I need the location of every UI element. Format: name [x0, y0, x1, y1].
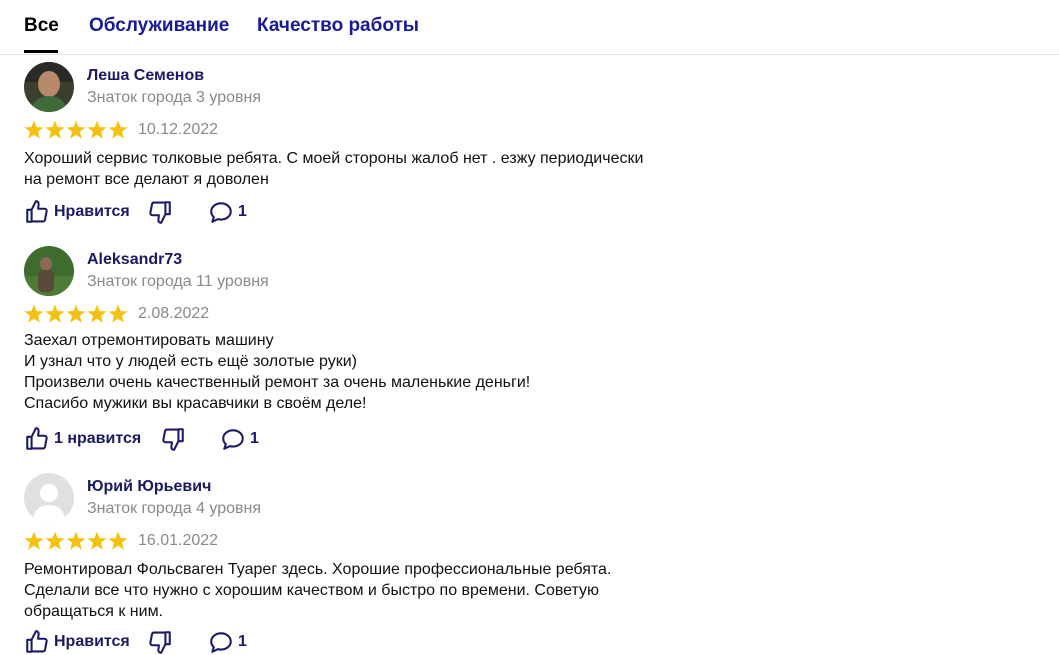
review-text-line: Заехал отремонтировать машину [24, 332, 274, 349]
dislike-button[interactable] [160, 426, 188, 452]
tab-work-quality[interactable]: Качество работы [257, 15, 419, 37]
like-label: Нравится [54, 203, 130, 220]
review-item: Aleksandr73 Знаток города 11 уровня 2.08… [24, 246, 724, 461]
user-avatar[interactable] [24, 62, 74, 112]
review-text-line: Спасибо мужики вы красавчики в своём дел… [24, 395, 367, 412]
review-text: Хороший сервис толковые ребята. С моей с… [24, 148, 704, 190]
author-name[interactable]: Юрий Юрьевич [87, 478, 211, 496]
review-filter-tabs: Все Обслуживание Качество работы [0, 0, 1059, 55]
user-avatar[interactable] [24, 473, 74, 523]
star-icon [45, 531, 65, 550]
review-date: 10.12.2022 [138, 121, 219, 138]
thumbs-down-icon [149, 201, 171, 224]
comments-button[interactable]: 1 [208, 199, 258, 225]
review-text: Ремонтировал Фольсваген Туарег здесь. Хо… [24, 559, 704, 622]
thumbs-up-icon [26, 200, 48, 223]
review-text-line: Сделали все что нужно с хорошим качество… [24, 582, 600, 599]
author-level: Знаток города 3 уровня [87, 89, 262, 106]
thumbs-down-icon [162, 428, 184, 451]
star-icon [66, 304, 86, 323]
user-avatar[interactable] [24, 246, 74, 296]
dislike-button[interactable] [147, 199, 175, 225]
comments-button[interactable]: 1 [208, 629, 258, 655]
like-button[interactable]: 1 нравится [24, 426, 146, 452]
comment-count: 1 [250, 430, 259, 447]
star-icon [66, 531, 86, 550]
active-tab-indicator [24, 50, 58, 53]
thumbs-up-icon [26, 427, 48, 450]
author-name[interactable]: Леша Семенов [87, 67, 204, 85]
star-icon [108, 120, 128, 139]
review-text-line: обращаться к ним. [24, 603, 164, 620]
review-item: Юрий Юрьевич Знаток города 4 уровня 16.0… [24, 473, 724, 654]
like-button[interactable]: Нравится [24, 199, 134, 225]
review-text-line: Ремонтировал Фольсваген Туарег здесь. Хо… [24, 561, 612, 578]
star-icon [66, 120, 86, 139]
tab-service[interactable]: Обслуживание [89, 15, 229, 37]
review-item: Леша Семенов Знаток города 3 уровня 10.1… [24, 62, 724, 232]
author-name[interactable]: Aleksandr73 [87, 251, 182, 269]
star-icon [87, 120, 107, 139]
star-rating [24, 304, 128, 323]
author-level: Знаток города 11 уровня [87, 273, 269, 290]
comment-icon [210, 632, 232, 653]
star-icon [45, 120, 65, 139]
star-icon [108, 304, 128, 323]
comment-count: 1 [238, 203, 247, 220]
star-icon [108, 531, 128, 550]
review-date: 2.08.2022 [138, 305, 210, 322]
comment-count: 1 [238, 633, 247, 650]
star-rating [24, 531, 128, 550]
comment-icon [210, 202, 232, 223]
star-icon [24, 304, 44, 323]
review-text-line: Произвели очень качественный ремонт за о… [24, 374, 531, 391]
review-text: Заехал отремонтировать машину И узнал чт… [24, 330, 704, 414]
star-icon [45, 304, 65, 323]
review-text-line: И узнал что у людей есть ещё золотые рук… [24, 353, 358, 370]
tab-all[interactable]: Все [24, 15, 59, 37]
comment-icon [222, 429, 244, 450]
dislike-button[interactable] [147, 629, 175, 655]
star-icon [87, 531, 107, 550]
review-date: 16.01.2022 [138, 532, 219, 549]
author-level: Знаток города 4 уровня [87, 500, 262, 517]
like-label: Нравится [54, 633, 130, 650]
review-text-line: на ремонт все делают я доволен [24, 171, 269, 188]
thumbs-down-icon [149, 631, 171, 654]
like-label: 1 нравится [54, 430, 142, 447]
thumbs-up-icon [26, 630, 48, 653]
review-text-line: Хороший сервис толковые ребята. С моей с… [24, 150, 644, 167]
default-avatar-icon [24, 473, 74, 523]
star-rating [24, 120, 128, 139]
star-icon [87, 304, 107, 323]
star-icon [24, 531, 44, 550]
comments-button[interactable]: 1 [220, 426, 270, 452]
like-button[interactable]: Нравится [24, 629, 134, 655]
star-icon [24, 120, 44, 139]
